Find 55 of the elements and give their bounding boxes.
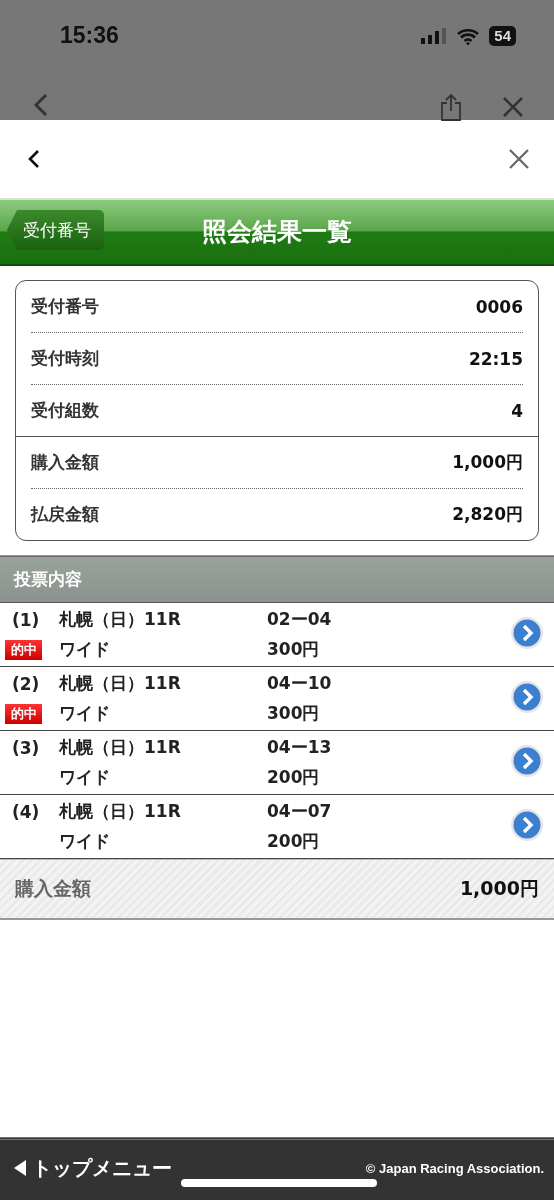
bet-type: ワイド	[58, 830, 111, 853]
share-icon[interactable]	[440, 93, 462, 121]
back-button[interactable]: 受付番号	[7, 210, 104, 250]
bet-number: (2)	[11, 673, 41, 694]
section-header: 投票内容	[0, 556, 554, 603]
bet-row[interactable]: (2) 札幌（日）11R 04ー10 的中 ワイド 300円	[0, 667, 554, 731]
chevron-icon[interactable]	[510, 807, 544, 842]
race-name: 札幌（日）11R	[58, 736, 182, 759]
chevron-icon[interactable]	[510, 615, 544, 650]
bet-amount: 200円	[267, 830, 321, 853]
bet-amount: 200円	[267, 766, 321, 789]
field-label: 受付組数	[31, 399, 99, 422]
combination: 04ー07	[267, 800, 333, 823]
bet-type: ワイド	[58, 702, 111, 725]
field-label: 受付番号	[31, 295, 99, 318]
race-name: 札幌（日）11R	[58, 800, 182, 823]
wifi-icon	[457, 27, 480, 45]
battery-level: 54	[489, 26, 516, 46]
bet-type: ワイド	[58, 766, 111, 789]
bet-number: (3)	[11, 737, 41, 758]
back-icon[interactable]	[28, 150, 40, 168]
chevron-icon[interactable]	[510, 743, 544, 778]
copyright: © Japan Racing Association.	[365, 1160, 544, 1176]
field-value: 1,000円	[452, 451, 523, 474]
field-value: 0006	[475, 296, 523, 317]
close-icon[interactable]	[509, 149, 529, 169]
triangle-icon	[14, 1160, 26, 1176]
hit-badge: 的中	[5, 639, 42, 660]
field-value: 4	[511, 400, 523, 421]
signal-icon	[421, 28, 448, 44]
bet-row[interactable]: (1) 札幌（日）11R 02ー04 的中 ワイド 300円	[0, 603, 554, 667]
bet-amount: 300円	[267, 638, 321, 661]
top-menu-link[interactable]: トップメニュー	[14, 1154, 172, 1182]
total-value: 1,000円	[459, 876, 539, 901]
bet-number: (1)	[11, 609, 41, 630]
bet-number: (4)	[11, 801, 41, 822]
field-value: 22:15	[468, 348, 523, 369]
page-title: 照会結果一覧	[202, 216, 352, 248]
field-label: 購入金額	[31, 451, 99, 474]
field-value: 2,820円	[452, 503, 523, 526]
close-icon[interactable]	[503, 97, 523, 117]
combination: 02ー04	[267, 608, 333, 631]
field-label: 受付時刻	[31, 347, 99, 370]
bet-amount: 300円	[267, 702, 321, 725]
combination: 04ー13	[267, 736, 333, 759]
race-name: 札幌（日）11R	[58, 608, 182, 631]
total-label: 購入金額	[15, 876, 91, 901]
bet-type: ワイド	[58, 638, 111, 661]
field-label: 払戻金額	[31, 503, 99, 526]
hit-badge: 的中	[5, 703, 42, 724]
combination: 04ー10	[267, 672, 333, 695]
bet-row[interactable]: (3) 札幌（日）11R 04ー13 ワイド 200円	[0, 731, 554, 795]
chevron-icon[interactable]	[510, 679, 544, 714]
status-time: 15:36	[60, 22, 119, 49]
race-name: 札幌（日）11R	[58, 672, 182, 695]
